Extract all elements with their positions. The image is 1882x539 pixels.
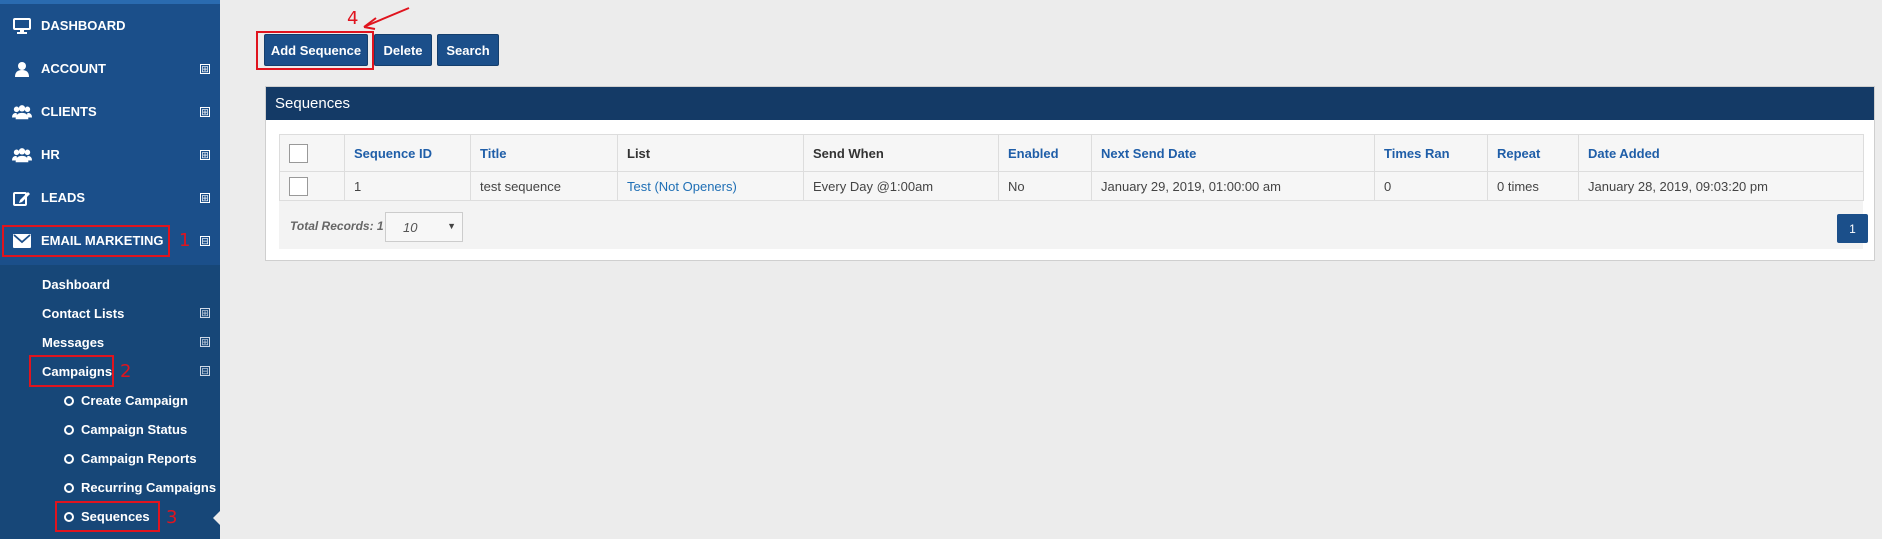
submenu-item-label: Recurring Campaigns (81, 480, 217, 495)
sequences-panel: Sequences Sequence ID Title List Send Wh… (265, 86, 1875, 261)
column-header-list: List (617, 134, 804, 172)
annotation-number-3: 3 (166, 507, 178, 528)
cell-next-send-date: January 29, 2019, 01:00:00 am (1091, 171, 1375, 201)
annotation-box-1 (2, 225, 170, 257)
submenu-item-label: Campaign Status (81, 422, 188, 437)
column-header-date-added[interactable]: Date Added (1578, 134, 1864, 172)
circle-icon (64, 424, 74, 435)
submenu-item-dashboard[interactable]: Dashboard (42, 277, 110, 292)
cell-times-ran: 0 (1374, 171, 1488, 201)
submenu-item-recurring-campaigns[interactable]: Recurring Campaigns (64, 480, 216, 495)
sidebar-item-leads[interactable]: LEADS ⊞ (0, 176, 220, 219)
cell-list-link[interactable]: Test (Not Openers) (617, 171, 804, 201)
annotation-box-3 (55, 501, 160, 532)
annotation-arrow (363, 7, 410, 30)
sidebar: DASHBOARD ACCOUNT ⊞ CLIENTS ⊞ HR ⊞ LEADS… (0, 0, 221, 539)
row-select-cell (279, 171, 345, 201)
sidebar-item-hr[interactable]: HR ⊞ (0, 133, 220, 176)
cell-enabled: No (998, 171, 1092, 201)
expand-icon[interactable]: ⊞ (200, 106, 210, 117)
table-row[interactable]: 1 test sequence Test (Not Openers) Every… (279, 171, 1864, 201)
edit-icon (12, 189, 32, 207)
user-icon (12, 60, 32, 78)
sidebar-item-label: DASHBOARD (41, 18, 126, 33)
search-button[interactable]: Search (437, 34, 499, 66)
caret-down-icon: ▼ (447, 221, 456, 231)
sequences-table: Sequence ID Title List Send When Enabled… (279, 134, 1864, 201)
collapse-icon[interactable]: ⊟ (200, 366, 210, 376)
column-header-next-send-date[interactable]: Next Send Date (1091, 134, 1375, 172)
cell-send-when: Every Day @1:00am (803, 171, 999, 201)
column-header-sequence-id[interactable]: Sequence ID (344, 134, 471, 172)
active-indicator (213, 510, 221, 526)
sidebar-item-account[interactable]: ACCOUNT ⊞ (0, 47, 220, 90)
users-icon (12, 146, 32, 164)
select-all-cell (279, 134, 345, 172)
cell-date-added: January 28, 2019, 09:03:20 pm (1578, 171, 1864, 201)
collapse-icon[interactable]: ⊟ (200, 235, 210, 246)
annotation-box-2 (29, 355, 114, 387)
column-header-times-ran[interactable]: Times Ran (1374, 134, 1488, 172)
expand-icon[interactable]: ⊞ (200, 337, 210, 347)
submenu-item-label: Create Campaign (81, 393, 188, 408)
select-all-checkbox[interactable] (289, 143, 308, 163)
circle-icon (64, 482, 74, 493)
table-header-row: Sequence ID Title List Send When Enabled… (279, 134, 1864, 172)
expand-icon[interactable]: ⊞ (200, 192, 210, 203)
expand-icon[interactable]: ⊞ (200, 149, 210, 160)
submenu-item-contact-lists[interactable]: Contact Lists (42, 306, 124, 321)
cell-sequence-id: 1 (344, 171, 471, 201)
page-button-1[interactable]: 1 (1837, 214, 1868, 243)
sidebar-item-label: CLIENTS (41, 104, 97, 119)
sidebar-item-dashboard[interactable]: DASHBOARD (0, 4, 220, 47)
cell-repeat: 0 times (1487, 171, 1579, 201)
column-header-title[interactable]: Title (470, 134, 618, 172)
row-checkbox[interactable] (289, 176, 308, 196)
expand-icon[interactable]: ⊞ (200, 308, 210, 318)
panel-title: Sequences (266, 87, 1874, 120)
total-records-label: Total Records: 1 (290, 219, 384, 233)
submenu-item-campaign-status[interactable]: Campaign Status (64, 422, 187, 437)
users-icon (12, 103, 32, 121)
cell-title: test sequence (470, 171, 618, 201)
submenu-item-create-campaign[interactable]: Create Campaign (64, 393, 188, 408)
column-header-send-when: Send When (803, 134, 999, 172)
add-sequence-button[interactable]: Add Sequence (264, 34, 368, 66)
circle-icon (64, 395, 74, 406)
annotation-number-4: 4 (347, 8, 359, 29)
circle-icon (64, 453, 74, 464)
submenu-item-campaign-reports[interactable]: Campaign Reports (64, 451, 197, 466)
column-header-repeat[interactable]: Repeat (1487, 134, 1579, 172)
submenu-item-label: Campaign Reports (81, 451, 197, 466)
delete-button[interactable]: Delete (374, 34, 432, 66)
column-header-enabled[interactable]: Enabled (998, 134, 1092, 172)
annotation-number-1: 1 (179, 230, 191, 251)
sidebar-item-label: HR (41, 147, 60, 162)
sidebar-item-clients[interactable]: CLIENTS ⊞ (0, 90, 220, 133)
submenu-item-messages[interactable]: Messages (42, 335, 104, 350)
annotation-number-2: 2 (120, 361, 132, 382)
monitor-icon (12, 17, 32, 35)
page-size-value: 10 (403, 219, 418, 235)
sidebar-item-label: LEADS (41, 190, 86, 205)
expand-icon[interactable]: ⊞ (200, 63, 210, 74)
sidebar-item-label: ACCOUNT (41, 61, 106, 76)
page-size-select[interactable]: 10 ▼ (385, 212, 463, 242)
sequences-grid: Sequence ID Title List Send When Enabled… (279, 134, 1868, 249)
